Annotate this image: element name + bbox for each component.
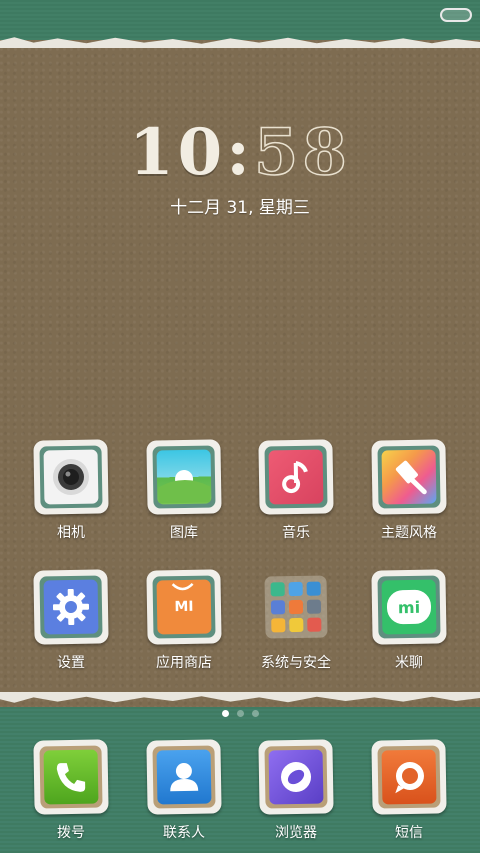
mitalk-logo: mi — [397, 597, 421, 617]
app-store-icon: MI — [156, 579, 212, 635]
phone-icon — [43, 749, 99, 805]
app-store[interactable]: MI 应用商店 — [129, 569, 239, 672]
app-label: 相机 — [57, 525, 85, 541]
app-label: 应用商店 — [156, 655, 212, 671]
app-label: 图库 — [170, 525, 198, 541]
dock-messages[interactable]: 短信 — [354, 739, 464, 842]
clock-hours: 10 — [129, 115, 227, 190]
messages-icon — [381, 749, 437, 805]
camera-icon — [43, 449, 99, 505]
page-dot-3[interactable] — [251, 710, 259, 717]
contacts-icon — [156, 749, 212, 805]
app-label: 米聊 — [395, 655, 423, 671]
browser-icon — [268, 749, 324, 805]
clock-minutes: 58 — [253, 115, 351, 190]
app-label: 短信 — [395, 825, 423, 841]
app-settings[interactable]: 设置 — [16, 569, 126, 672]
app-gallery[interactable]: 图库 — [129, 439, 239, 542]
themes-icon — [381, 449, 437, 505]
gallery-icon — [156, 449, 212, 505]
music-icon — [268, 449, 324, 505]
app-label: 浏览器 — [275, 825, 317, 841]
app-label: 系统与安全 — [261, 655, 331, 671]
app-label: 主题风格 — [381, 525, 437, 541]
dock-browser[interactable]: 浏览器 — [241, 739, 351, 842]
app-label: 音乐 — [282, 525, 310, 541]
clock-widget[interactable]: 10:58 — [0, 115, 480, 190]
mitalk-icon: mi — [381, 579, 437, 635]
status-pill-icon — [440, 8, 472, 22]
home-screen: 10:58 十二月 31, 星期三 相机 图库 音乐 主题风格 设置 MI 应用… — [0, 0, 480, 853]
app-label: 联系人 — [163, 825, 205, 841]
page-dot-1[interactable] — [221, 710, 229, 717]
app-label: 设置 — [57, 655, 85, 671]
dock-phone[interactable]: 拨号 — [16, 739, 126, 842]
app-camera[interactable]: 相机 — [16, 439, 126, 542]
folder-system-security[interactable]: 系统与安全 — [241, 570, 351, 672]
app-label: 拨号 — [57, 825, 85, 841]
app-music[interactable]: 音乐 — [241, 439, 351, 542]
date-label: 十二月 31, 星期三 — [170, 198, 310, 218]
dock-contacts[interactable]: 联系人 — [129, 739, 239, 842]
folder-icon — [269, 580, 324, 635]
app-themes[interactable]: 主题风格 — [354, 439, 464, 542]
clock-separator: : — [226, 115, 254, 190]
app-mitalk[interactable]: mi 米聊 — [354, 569, 464, 672]
page-indicator[interactable] — [0, 702, 480, 721]
page-dot-2[interactable] — [236, 710, 244, 717]
settings-gear-icon — [43, 579, 99, 635]
